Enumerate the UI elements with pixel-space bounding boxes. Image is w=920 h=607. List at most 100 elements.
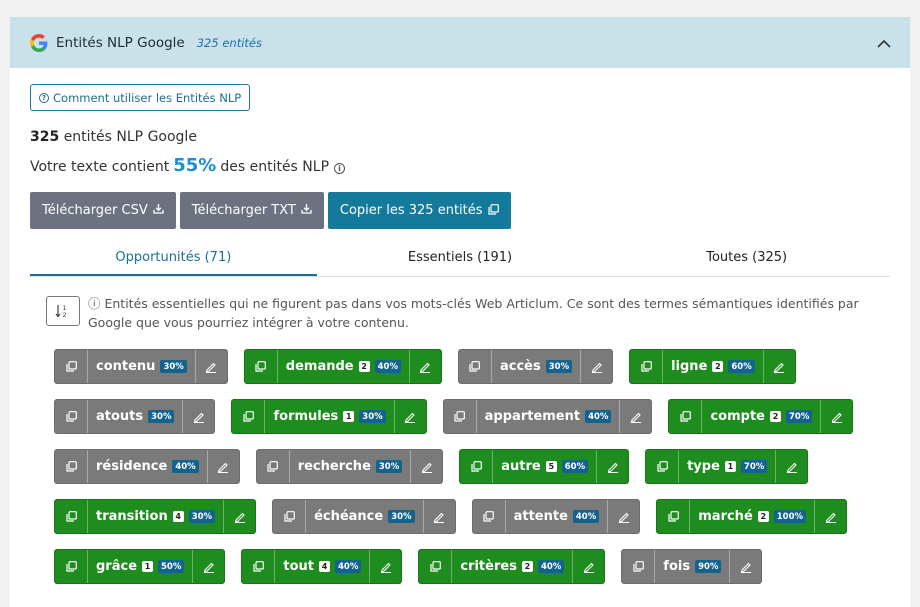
help-link[interactable]: ? Comment utiliser les Entités NLP xyxy=(30,84,251,111)
edit-icon[interactable] xyxy=(182,400,214,433)
entity-name: autre xyxy=(501,459,541,474)
entity-chip-body: résidence 40% xyxy=(88,450,207,483)
edit-icon[interactable] xyxy=(820,400,852,433)
nlp-entities-panel: Entités NLP Google 325 entités ? Comment… xyxy=(10,17,910,607)
edit-icon[interactable] xyxy=(762,350,795,383)
entity-percent-badge: 30% xyxy=(359,410,386,423)
entity-occurrence-badge: 1 xyxy=(343,411,355,422)
entity-name: marché xyxy=(698,509,753,524)
entity-occurrence-badge: 4 xyxy=(172,511,184,522)
copy-icon[interactable] xyxy=(669,400,703,433)
entity-name: fois xyxy=(663,559,691,574)
question-icon: ? xyxy=(39,92,49,103)
copy-icon[interactable] xyxy=(55,550,88,583)
entity-name: transition xyxy=(96,509,168,524)
entity-name: résidence xyxy=(96,459,168,474)
entity-chip-body: accès 30% xyxy=(492,350,580,383)
edit-icon[interactable] xyxy=(814,500,846,533)
entity-name: recherche xyxy=(297,459,371,474)
copy-icon[interactable] xyxy=(646,450,680,483)
copy-icon[interactable] xyxy=(657,500,691,533)
google-logo-icon xyxy=(30,33,48,52)
download-icon xyxy=(153,204,164,217)
entity-chip-body: type 1 70% xyxy=(679,450,775,483)
copy-icon[interactable] xyxy=(473,500,506,533)
copy-icon[interactable] xyxy=(55,400,88,433)
entity-chip: compte 2 70% xyxy=(668,399,854,434)
edit-icon[interactable] xyxy=(393,400,426,433)
coverage-suffix: des entités NLP xyxy=(220,159,330,175)
entity-chip-body: transition 4 30% xyxy=(88,500,223,533)
sort-icon[interactable]: 1 2 xyxy=(46,296,80,326)
entity-percent-badge: 40% xyxy=(572,510,600,523)
download-csv-button[interactable]: Télécharger CSV xyxy=(30,192,176,229)
entity-name: formules xyxy=(273,409,339,424)
copy-icon[interactable] xyxy=(242,550,276,583)
entity-name: échéance xyxy=(314,509,384,524)
copy-icon[interactable] xyxy=(273,500,307,533)
entity-name: appartement xyxy=(484,409,581,424)
entity-chip: contenu 30% xyxy=(54,349,228,384)
entity-chip-body: critères 2 40% xyxy=(452,550,572,583)
entity-chip-body: marché 2 100% xyxy=(690,500,814,533)
copy-icon[interactable] xyxy=(245,350,278,383)
edit-icon[interactable] xyxy=(410,450,442,483)
edit-icon[interactable] xyxy=(607,500,639,533)
entity-percent-badge: 30% xyxy=(160,360,187,373)
entity-chip-body: fois 90% xyxy=(655,550,729,583)
entity-chip: résidence 40% xyxy=(54,449,240,484)
edit-icon[interactable] xyxy=(619,400,651,433)
entity-chip-body: grâce 1 50% xyxy=(88,550,192,583)
edit-icon[interactable] xyxy=(192,550,224,583)
entity-chip: accès 30% xyxy=(457,349,614,384)
entity-percent-badge: 50% xyxy=(158,560,185,573)
download-txt-button[interactable]: Télécharger TXT xyxy=(179,192,324,229)
entity-chip: fois 90% xyxy=(621,549,763,584)
edit-icon[interactable] xyxy=(596,450,628,483)
edit-icon[interactable] xyxy=(775,450,807,483)
copy-icon[interactable] xyxy=(257,450,290,483)
entity-chip: atouts 30% xyxy=(54,399,216,434)
chevron-up-icon[interactable] xyxy=(874,33,894,53)
entity-percent-badge: 90% xyxy=(695,560,722,573)
chip-row: contenu 30% demande 2 40% accès 30% ligne 2 60% xyxy=(54,349,890,384)
copy-icon[interactable] xyxy=(622,550,656,583)
copy-icon[interactable] xyxy=(460,450,494,483)
copy-icon[interactable] xyxy=(459,350,492,383)
edit-icon[interactable] xyxy=(408,350,441,383)
entity-chip: type 1 70% xyxy=(645,449,809,484)
tab-opportunites[interactable]: Opportunités (71) xyxy=(30,243,317,276)
edit-icon[interactable] xyxy=(729,550,761,583)
entity-chip-body: tout 4 40% xyxy=(275,550,369,583)
chip-row: transition 4 30% échéance 30% attente 40% march… xyxy=(54,499,890,534)
info-icon[interactable]: i xyxy=(334,163,346,174)
edit-icon[interactable] xyxy=(369,550,401,583)
copy-icon[interactable] xyxy=(630,350,664,383)
edit-icon[interactable] xyxy=(422,500,455,533)
entity-percent-badge: 60% xyxy=(728,360,755,373)
tab-essentiels[interactable]: Essentiels (191) xyxy=(317,243,604,276)
copy-icon[interactable] xyxy=(55,500,88,533)
edit-icon[interactable] xyxy=(206,450,239,483)
entity-chip: ligne 2 60% xyxy=(629,349,796,384)
entity-chip: recherche 30% xyxy=(255,449,444,484)
copy-icon[interactable] xyxy=(232,400,266,433)
panel-header[interactable]: Entités NLP Google 325 entités xyxy=(10,17,910,68)
copy-icon[interactable] xyxy=(419,550,453,583)
copy-icon[interactable] xyxy=(55,450,88,483)
entity-chip: transition 4 30% xyxy=(54,499,257,534)
entity-occurrence-badge: 2 xyxy=(769,411,781,422)
edit-icon[interactable] xyxy=(223,500,255,533)
copy-icon[interactable] xyxy=(55,350,88,383)
edit-icon[interactable] xyxy=(194,350,227,383)
entity-count-text: entités NLP Google xyxy=(63,129,197,145)
entity-name: compte xyxy=(710,409,765,424)
entity-chip-body: attente 40% xyxy=(506,500,608,533)
copy-icon xyxy=(487,203,499,218)
copy-entities-button[interactable]: Copier les 325 entités xyxy=(327,192,511,229)
entity-chip-body: compte 2 70% xyxy=(702,400,820,433)
edit-icon[interactable] xyxy=(580,350,612,383)
copy-icon[interactable] xyxy=(444,400,477,433)
tab-toutes[interactable]: Toutes (325) xyxy=(603,243,890,276)
edit-icon[interactable] xyxy=(572,550,604,583)
